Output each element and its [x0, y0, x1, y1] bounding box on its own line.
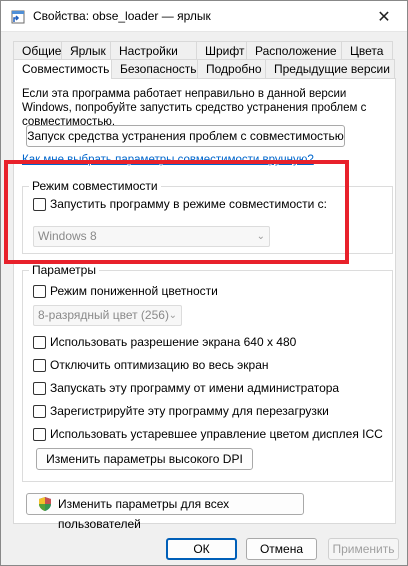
register-restart-checkbox[interactable]: Зарегистрируйте эту программу для переза… [33, 404, 329, 418]
color-depth-select-value: 8-разрядный цвет (256) [38, 308, 169, 322]
cancel-button[interactable]: Отмена [246, 538, 317, 560]
disable-fullscreen-label: Отключить оптимизацию во весь экран [50, 358, 269, 372]
checkbox-box[interactable] [33, 404, 46, 418]
tabs-row-1: Общие Ярлык Настройки Шрифт Расположение… [13, 41, 393, 60]
run-as-admin-checkbox[interactable]: Запускать эту программу от имени админис… [33, 381, 339, 395]
chevron-down-icon: ⌄ [168, 310, 177, 321]
apply-button[interactable]: Применить [328, 538, 399, 560]
properties-window: Свойства: obse_loader — ярлык ✕ Общие Яр… [0, 0, 408, 566]
checkbox-box[interactable] [33, 427, 46, 441]
all-users-button-label: Изменить параметры для всех пользователе… [58, 497, 230, 531]
intro-text: Если эта программа работает неправильно … [22, 88, 367, 128]
parameters-group-title: Параметры [29, 263, 99, 277]
tab-security[interactable]: Безопасность [111, 59, 198, 78]
checkbox-box[interactable] [33, 197, 46, 211]
close-button[interactable]: ✕ [361, 1, 407, 32]
tab-general[interactable]: Общие [13, 41, 62, 60]
parameters-group: Параметры Режим пониженной цветности 8-р… [22, 263, 393, 482]
compat-mode-checkbox[interactable]: Запустить программу в режиме совместимос… [33, 197, 327, 211]
res640-label: Использовать разрешение экрана 640 x 480 [50, 335, 297, 349]
res640-checkbox[interactable]: Использовать разрешение экрана 640 x 480 [33, 335, 296, 349]
tab-options[interactable]: Настройки [110, 41, 197, 60]
title-bar: Свойства: obse_loader — ярлык ✕ [1, 1, 407, 32]
tab-shortcut[interactable]: Ярлык [61, 41, 111, 60]
legacy-icc-checkbox[interactable]: Использовать устаревшее управление цвето… [33, 427, 383, 441]
all-users-button[interactable]: Изменить параметры для всех пользователе… [26, 493, 304, 531]
tab-colors[interactable]: Цвета [341, 41, 393, 60]
close-icon: ✕ [377, 8, 391, 26]
compat-mode-select-value: Windows 8 [38, 229, 97, 243]
compat-mode-checkbox-label: Запустить программу в режиме совместимос… [50, 197, 327, 211]
checkbox-box[interactable] [33, 358, 46, 372]
shortcut-icon [11, 10, 25, 24]
compat-mode-group: Режим совместимости Запустить программу … [22, 179, 393, 254]
checkbox-box[interactable] [33, 284, 46, 298]
compat-mode-select[interactable]: Windows 8 ⌄ [33, 226, 270, 247]
color-depth-select[interactable]: 8-разрядный цвет (256) ⌄ [33, 305, 182, 326]
reduced-color-checkbox[interactable]: Режим пониженной цветности [33, 284, 218, 298]
checkbox-box[interactable] [33, 381, 46, 395]
disable-fullscreen-checkbox[interactable]: Отключить оптимизацию во весь экран [33, 358, 269, 372]
compatibility-panel: Если эта программа работает неправильно … [13, 78, 396, 531]
ok-button[interactable]: ОК [166, 538, 237, 560]
tabs-row-2: Совместимость Безопасность Подробно Пред… [13, 59, 395, 79]
legacy-icc-label: Использовать устаревшее управление цвето… [50, 427, 383, 441]
tab-compatibility[interactable]: Совместимость [13, 59, 112, 79]
tab-font[interactable]: Шрифт [196, 41, 247, 60]
compat-mode-group-title: Режим совместимости [29, 179, 161, 193]
high-dpi-button[interactable]: Изменить параметры высокого DPI [36, 448, 253, 470]
window-title: Свойства: obse_loader — ярлык [33, 9, 211, 23]
tab-details[interactable]: Подробно [197, 59, 266, 78]
chevron-down-icon: ⌄ [256, 231, 265, 242]
troubleshoot-button[interactable]: Запуск средства устранения проблем с сов… [26, 125, 345, 147]
run-as-admin-label: Запускать эту программу от имени админис… [50, 381, 340, 395]
reduced-color-label: Режим пониженной цветности [50, 284, 218, 298]
checkbox-box[interactable] [33, 335, 46, 349]
register-restart-label: Зарегистрируйте эту программу для переза… [50, 404, 329, 418]
tab-previous-versions[interactable]: Предыдущие версии [265, 59, 395, 78]
manual-settings-link[interactable]: Как мне выбрать параметры совместимости … [22, 154, 314, 166]
uac-shield-icon [39, 497, 51, 511]
tab-layout[interactable]: Расположение [246, 41, 342, 60]
